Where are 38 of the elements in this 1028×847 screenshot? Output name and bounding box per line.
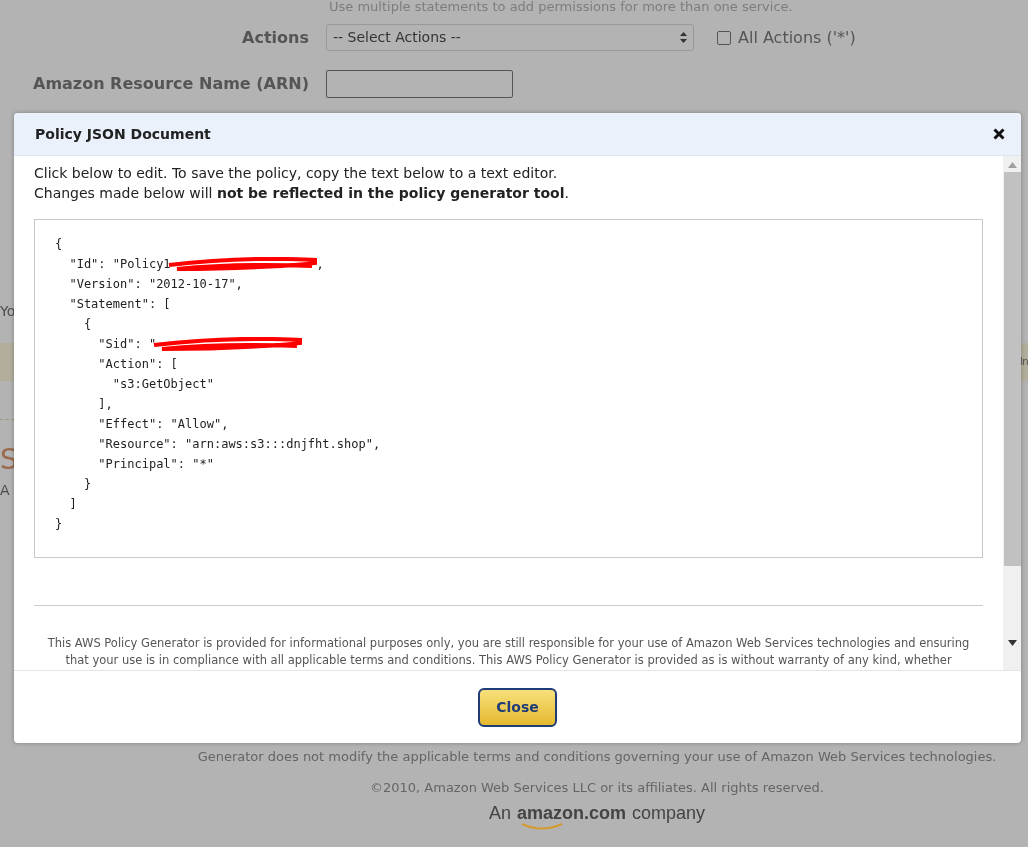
code-line: } [55, 516, 63, 533]
disclaimer-text: This AWS Policy Generator is provided for informational purposes only, you are still responsible for your use of Amazon Web Services technologies and ensuring that your use is in compliance with all applicable terms and conditions. This AWS Policy Generator is provided as is without warranty of any kind, whether [46, 635, 971, 669]
field-label: Actions [241, 26, 309, 49]
checkbox[interactable] [717, 30, 731, 45]
footer-text: Generator does not modify the applicable terms and conditions governing your use of Amazon Web Services technologies. [196, 748, 998, 766]
checkbox-label: All Actions ('*') [738, 26, 856, 49]
code-line: "s3:GetObject" [111, 376, 214, 393]
scroll-down-icon[interactable] [1007, 640, 1017, 646]
code-line: ], [97, 396, 113, 413]
code-line: , [316, 256, 324, 273]
sort-arrows-icon [680, 32, 687, 43]
code-line: "Id": "Policy1 [68, 256, 171, 273]
code-line: "Resource": "arn:aws:s3:::dnjfht.shop", [97, 436, 381, 453]
text-fragment: A [0, 482, 10, 498]
copyright-text: ©2010, Amazon Web Services LLC or its affiliates. All rights reserved. [369, 778, 825, 797]
instruction-text: Click below to edit. To save the policy, copy the text below to a text editor. [34, 164, 559, 183]
code-line: "Action": [ [97, 356, 178, 373]
arn-input-field[interactable] [326, 70, 513, 98]
amazon-logo: An amazon.com company [488, 801, 706, 832]
dialog-title: Policy JSON Document [35, 124, 211, 144]
close-icon[interactable] [993, 128, 1005, 140]
code-line: { [82, 316, 92, 333]
scroll-up-icon[interactable] [1007, 162, 1017, 168]
text-fragment: In [1019, 355, 1028, 369]
policy-text-area[interactable]: { "Id": "Policy1 , "Version": "2012-10-17", "Statement": [ { "Sid": " "Action": [ "s3:GetObject" ], "Effect": "Allow", "Resource": "arn:aws:s3:::dnjfht.shop", "Principal": "*" } ] } [34, 219, 983, 558]
code-line: ] [68, 496, 77, 513]
close-button[interactable]: Close [478, 687, 557, 727]
code-line: } [82, 476, 92, 493]
code-line: "Statement": [ [68, 296, 171, 313]
code-line: "Principal": "*" [97, 456, 214, 473]
code-line: "Sid": " [97, 336, 157, 353]
code-line: "Version": "2012-10-17", [68, 276, 243, 293]
instruction-text: Changes made below will not be reflected in the policy generator tool. [34, 184, 570, 203]
field-label: Amazon Resource Name (ARN) [32, 73, 309, 95]
code-line: { [55, 236, 63, 253]
code-line: "Effect": "Allow", [97, 416, 229, 433]
actions-dropdown[interactable]: -- Select Actions -- [326, 24, 694, 51]
text-fragment: Yo [0, 303, 16, 319]
